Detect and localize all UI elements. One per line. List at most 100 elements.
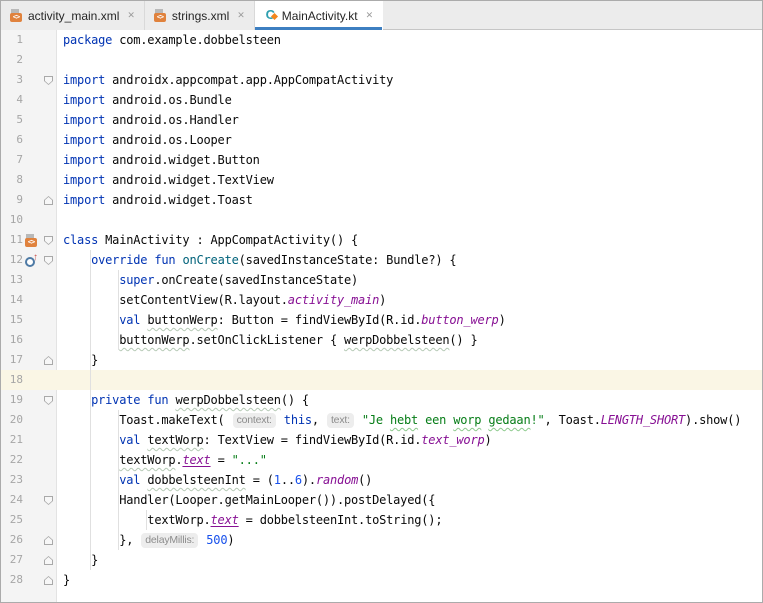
fold-start-icon[interactable] — [44, 256, 53, 265]
code-line[interactable]: 26 }, delayMillis: 500) — [1, 530, 762, 550]
code-line[interactable]: 17 } — [1, 350, 762, 370]
layout-file-icon: <> — [23, 230, 41, 250]
code-line[interactable]: 15 val buttonWerp: Button = findViewById… — [1, 310, 762, 330]
fold-slot — [41, 330, 57, 350]
gutter-icon-slot — [23, 310, 41, 330]
code-line[interactable]: 23 val dobbelsteenInt = (1..6).random() — [1, 470, 762, 490]
fold-slot — [41, 110, 57, 130]
indent-guide — [90, 250, 91, 570]
code-line[interactable]: 11<>class MainActivity : AppCompatActivi… — [1, 230, 762, 250]
code-text: private fun werpDobbelsteen() { — [57, 390, 762, 410]
line-number: 4 — [1, 90, 23, 110]
gutter-icon-slot — [23, 170, 41, 190]
code-line[interactable]: 13 super.onCreate(savedInstanceState) — [1, 270, 762, 290]
fold-end-icon[interactable] — [44, 196, 53, 205]
gutter-icon-slot — [23, 290, 41, 310]
line-number: 19 — [1, 390, 23, 410]
gutter-icon-slot — [23, 450, 41, 470]
tab-label: strings.xml — [172, 9, 229, 23]
fold-end-icon[interactable] — [44, 576, 53, 585]
gutter-icon-slot — [23, 270, 41, 290]
fold-slot — [41, 290, 57, 310]
line-number: 17 — [1, 350, 23, 370]
close-icon[interactable]: ✕ — [127, 11, 135, 20]
fold-start-icon[interactable] — [44, 496, 53, 505]
line-number: 8 — [1, 170, 23, 190]
code-text: buttonWerp.setOnClickListener { werpDobb… — [57, 330, 762, 350]
fold-start-icon[interactable] — [44, 76, 53, 85]
code-editor[interactable]: 1package com.example.dobbelsteen23import… — [1, 30, 762, 603]
gutter-icon-slot — [23, 210, 41, 230]
tab-label: MainActivity.kt — [282, 9, 358, 23]
code-text: import android.os.Looper — [57, 130, 762, 150]
code-text: package com.example.dobbelsteen — [57, 30, 762, 50]
code-line[interactable]: 20 Toast.makeText( context: this, text: … — [1, 410, 762, 430]
tab-mainactivity-kt[interactable]: C MainActivity.kt ✕ — [255, 1, 383, 30]
line-number: 21 — [1, 430, 23, 450]
gutter-icon-slot — [23, 330, 41, 350]
code-line[interactable]: 1package com.example.dobbelsteen — [1, 30, 762, 50]
fold-slot — [41, 350, 57, 370]
code-line[interactable]: 9import android.widget.Toast — [1, 190, 762, 210]
code-line[interactable]: 16 buttonWerp.setOnClickListener { werpD… — [1, 330, 762, 350]
fold-slot — [41, 130, 57, 150]
gutter-icon-slot — [23, 130, 41, 150]
fold-slot — [41, 550, 57, 570]
line-number: 12 — [1, 250, 23, 270]
gutter-icon-slot — [23, 430, 41, 450]
code-line[interactable]: 10 — [1, 210, 762, 230]
line-number: 3 — [1, 70, 23, 90]
tab-label: activity_main.xml — [28, 9, 119, 23]
line-number: 28 — [1, 570, 23, 590]
gutter-icon-slot — [23, 570, 41, 590]
code-text: } — [57, 570, 762, 590]
tab-activity-main-xml[interactable]: <> activity_main.xml ✕ — [1, 1, 145, 30]
gutter-icon-slot — [23, 410, 41, 430]
fold-slot — [41, 310, 57, 330]
kotlin-class-icon: C — [264, 9, 277, 22]
code-line[interactable]: 12↑ override fun onCreate(savedInstanceS… — [1, 250, 762, 270]
code-line[interactable]: 21 val textWorp: TextView = findViewById… — [1, 430, 762, 450]
code-line-caret[interactable]: 18 — [1, 370, 762, 390]
fold-end-icon[interactable] — [44, 536, 53, 545]
code-line[interactable]: 25 textWorp.text = dobbelsteenInt.toStri… — [1, 510, 762, 530]
gutter-icon-slot — [23, 30, 41, 50]
fold-end-icon[interactable] — [44, 556, 53, 565]
editor-tab-bar: <> activity_main.xml ✕ <> strings.xml ✕ … — [1, 1, 762, 30]
close-icon[interactable]: ✕ — [237, 11, 245, 20]
line-number: 16 — [1, 330, 23, 350]
indent-guide — [118, 410, 119, 550]
code-line[interactable]: 14 setContentView(R.layout.activity_main… — [1, 290, 762, 310]
line-number: 25 — [1, 510, 23, 530]
code-text: Toast.makeText( context: this, text: "Je… — [57, 410, 762, 430]
gutter-icon-slot — [23, 550, 41, 570]
code-line[interactable]: 22 textWorp.text = "..." — [1, 450, 762, 470]
code-text: override fun onCreate(savedInstanceState… — [57, 250, 762, 270]
fold-slot — [41, 50, 57, 70]
code-line[interactable]: 8import android.widget.TextView — [1, 170, 762, 190]
xml-file-icon: <> — [10, 9, 23, 22]
code-line[interactable]: 4 import android.os.Bundle — [1, 90, 762, 110]
code-line[interactable]: 28} — [1, 570, 762, 590]
line-number: 6 — [1, 130, 23, 150]
gutter-icon-slot — [23, 150, 41, 170]
overriding-method-icon: ↑ — [23, 250, 41, 270]
code-line[interactable]: 24 Handler(Looper.getMainLooper()).postD… — [1, 490, 762, 510]
gutter-icon-slot — [23, 530, 41, 550]
fold-start-icon[interactable] — [44, 236, 53, 245]
close-icon[interactable]: ✕ — [366, 11, 374, 20]
code-line[interactable]: 2 — [1, 50, 762, 70]
fold-end-icon[interactable] — [44, 356, 53, 365]
code-text: }, delayMillis: 500) — [57, 530, 762, 550]
code-line[interactable]: 3import androidx.appcompat.app.AppCompat… — [1, 70, 762, 90]
code-text: import android.os.Bundle — [57, 90, 762, 110]
code-line[interactable]: 7import android.widget.Button — [1, 150, 762, 170]
fold-start-icon[interactable] — [44, 396, 53, 405]
code-line[interactable]: 6 import android.os.Looper — [1, 130, 762, 150]
code-line[interactable]: 5import android.os.Handler — [1, 110, 762, 130]
tab-strings-xml[interactable]: <> strings.xml ✕ — [145, 1, 255, 30]
line-number: 5 — [1, 110, 23, 130]
fold-slot — [41, 70, 57, 90]
code-line[interactable]: 19 private fun werpDobbelsteen() { — [1, 390, 762, 410]
code-line[interactable]: 27 } — [1, 550, 762, 570]
